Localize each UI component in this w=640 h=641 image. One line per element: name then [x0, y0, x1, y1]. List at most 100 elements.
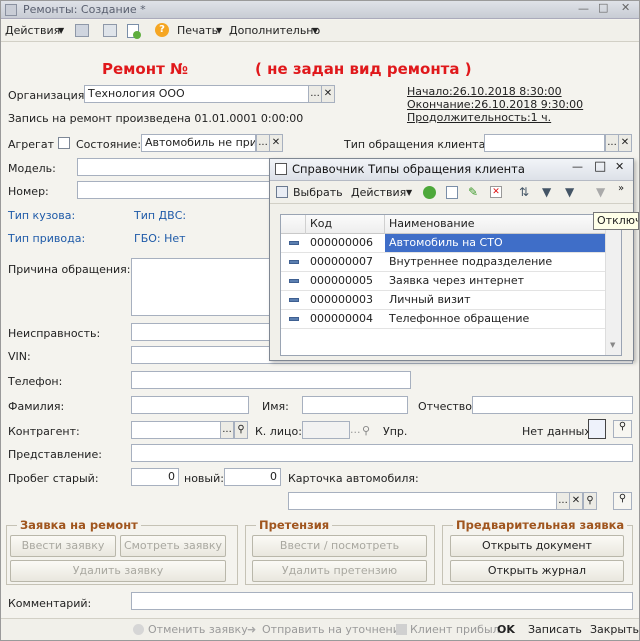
maximize-icon[interactable]: □ — [594, 159, 606, 174]
contractor-field[interactable] — [131, 421, 221, 439]
select-button[interactable]: ... — [220, 421, 234, 439]
contact-search-icon[interactable]: ⚲ — [362, 424, 370, 437]
close-icon[interactable]: ✕ — [615, 160, 624, 173]
aggregate-checkbox[interactable] — [58, 137, 70, 149]
vertical-scrollbar[interactable]: ▲ ▼ — [605, 215, 621, 355]
phone-field[interactable] — [131, 371, 411, 389]
close-icon[interactable]: ✕ — [621, 1, 630, 14]
save-button[interactable]: Записать — [528, 623, 582, 636]
repair-type-label[interactable]: ( не задан вид ремонта ) — [255, 60, 472, 78]
filter-settings-icon[interactable]: ▼ — [565, 185, 574, 199]
mileage-new-field[interactable]: 0 — [224, 468, 281, 486]
patronymic-label: Отчество: — [418, 400, 476, 413]
select-command[interactable]: Выбрать — [293, 186, 343, 199]
help-icon[interactable]: ? — [155, 23, 169, 37]
name-cell: Автомобиль на СТО — [385, 234, 605, 252]
print-menu[interactable]: Печать — [177, 24, 218, 37]
surname-label: Фамилия: — [8, 400, 65, 413]
scroll-down-icon[interactable]: ▼ — [610, 341, 615, 349]
open-journal-button[interactable]: Открыть журнал — [450, 560, 624, 582]
disable-filter-icon[interactable]: ▼ — [596, 185, 605, 199]
fault-field[interactable] — [131, 323, 271, 341]
close-button[interactable]: Закрыть — [590, 623, 639, 636]
send-clarify-button[interactable]: Отправить на уточнение — [262, 623, 407, 636]
organization-field[interactable]: Технология ООО — [84, 85, 309, 103]
table-row[interactable]: 000000005 Заявка через интернет — [281, 272, 605, 291]
select-button[interactable]: ... — [256, 134, 270, 152]
client-arrived-button[interactable]: Клиент прибыл — [410, 623, 500, 636]
representation-label: Представление: — [8, 448, 102, 461]
table-row[interactable]: 000000003 Личный визит — [281, 291, 605, 310]
code-cell: 000000003 — [310, 293, 373, 306]
open-document-button[interactable]: Открыть документ — [450, 535, 624, 557]
name-cell: Телефонное обращение — [389, 312, 530, 325]
arrow-right-icon: ➜ — [247, 623, 257, 636]
reason-field[interactable] — [131, 258, 271, 316]
record-info: Запись на ремонт произведена 01.01.0001 … — [8, 112, 304, 125]
code-column-header[interactable]: Код — [310, 217, 332, 230]
table-row[interactable]: 000000007 Внутреннее подразделение — [281, 253, 605, 272]
select-button[interactable]: ... — [605, 134, 619, 152]
representation-field[interactable] — [131, 444, 633, 462]
dialog-title: Справочник Типы обращения клиента — [292, 162, 525, 176]
row-marker-icon — [289, 298, 299, 302]
more-icon[interactable]: » — [618, 183, 624, 194]
edit-icon[interactable]: ✎ — [468, 185, 478, 199]
surname-field[interactable] — [131, 396, 249, 414]
name-column-header[interactable]: Наименование — [389, 217, 474, 230]
model-field[interactable] — [77, 158, 277, 176]
filter-icon[interactable]: ▼ — [542, 185, 551, 199]
ok-button[interactable]: OK — [497, 623, 515, 636]
search-icon[interactable]: ⚲ — [234, 421, 248, 439]
car-card-field[interactable] — [288, 492, 557, 510]
start-time-link[interactable]: Начало:26.10.2018 8:30:00 — [407, 85, 562, 98]
view-request-button[interactable]: Смотреть заявку — [120, 535, 226, 557]
number-field[interactable] — [77, 181, 277, 199]
dialog-title-bar: Справочник Типы обращения клиента — □ ✕ — [270, 159, 633, 181]
cancel-request-button[interactable]: Отменить заявку — [148, 623, 248, 636]
name-field[interactable] — [302, 396, 408, 414]
actions-menu[interactable]: Действия — [5, 24, 60, 37]
search-icon[interactable]: ⚲ — [583, 492, 597, 510]
search-icon[interactable]: ⚲ — [613, 492, 632, 510]
refresh-icon[interactable] — [588, 419, 606, 439]
more-menu[interactable]: Дополнительно — [229, 24, 320, 37]
name-cell: Внутреннее подразделение — [389, 255, 553, 268]
state-field[interactable]: Автомобиль не прибы — [141, 134, 256, 152]
dialog-actions-menu[interactable]: Действия — [351, 186, 406, 199]
clear-button[interactable]: ✕ — [569, 492, 583, 510]
select-button[interactable]: ... — [308, 85, 322, 103]
contact-field[interactable] — [302, 421, 350, 439]
add-icon[interactable] — [423, 186, 436, 199]
copy-icon[interactable] — [446, 186, 458, 199]
search-icon[interactable]: ⚲ — [613, 420, 632, 438]
clear-button[interactable]: ✕ — [269, 134, 283, 152]
enter-claim-button[interactable]: Ввести / посмотреть претензию — [252, 535, 427, 572]
table-row[interactable]: 000000004 Телефонное обращение — [281, 310, 605, 329]
catalog-icon — [275, 163, 287, 175]
post-icon[interactable] — [103, 24, 117, 37]
minimize-icon[interactable]: — — [578, 2, 589, 15]
clear-button[interactable]: ✕ — [321, 85, 335, 103]
engine-type-label: Тип ДВС: — [134, 209, 187, 222]
delete-request-button[interactable]: Удалить заявку — [10, 560, 226, 582]
mileage-old-field[interactable]: 0 — [131, 468, 179, 486]
delete-claim-button[interactable]: Удалить претензию — [252, 560, 427, 582]
comment-field[interactable] — [131, 592, 633, 610]
end-time-link[interactable]: Окончание:26.10.2018 9:30:00 — [407, 98, 583, 111]
reason-label: Причина обращения: — [8, 263, 131, 276]
select-button[interactable]: ... — [556, 492, 570, 510]
client-type-field[interactable] — [484, 134, 605, 152]
patronymic-field[interactable] — [472, 396, 633, 414]
delete-icon[interactable]: ✕ — [490, 186, 502, 198]
minimize-icon[interactable]: — — [572, 160, 583, 173]
enter-request-button[interactable]: Ввести заявку — [10, 535, 116, 557]
body-type-label: Тип кузова: — [8, 209, 76, 222]
maximize-icon[interactable]: □ — [598, 1, 608, 14]
mileage-new-label: новый: — [184, 472, 224, 485]
table-row[interactable]: 000000006 Автомобиль на СТО — [281, 234, 605, 253]
clear-button[interactable]: ✕ — [618, 134, 632, 152]
duration-link[interactable]: Продолжительность:1 ч. — [407, 111, 551, 124]
save-icon[interactable] — [75, 24, 89, 37]
sort-icon[interactable]: ⇅ — [519, 185, 529, 199]
